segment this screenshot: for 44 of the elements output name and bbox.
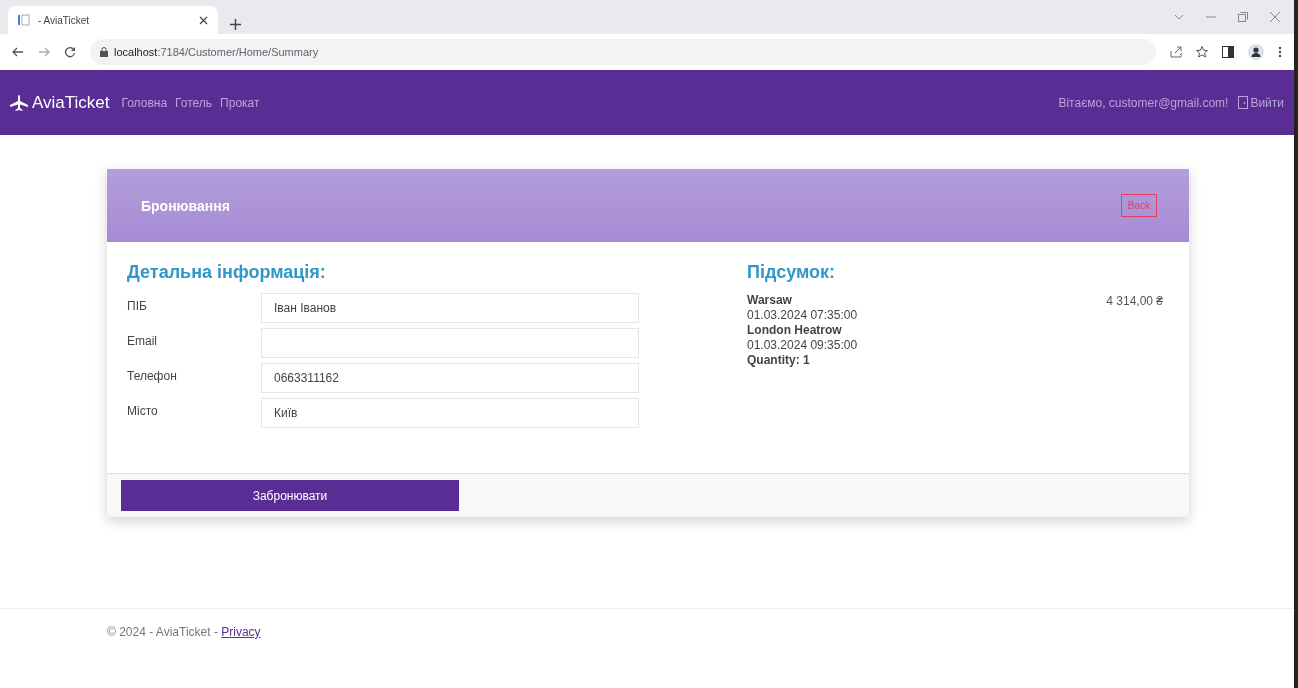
share-icon[interactable]	[1170, 46, 1182, 58]
quantity-text: Quantity: 1	[747, 353, 811, 368]
nav-link[interactable]: Готель	[175, 95, 213, 110]
more-icon[interactable]	[1278, 46, 1282, 58]
input-field[interactable]: Київ	[261, 398, 639, 428]
privacy-link[interactable]: Privacy	[221, 625, 261, 639]
chevron-down-icon[interactable]	[1174, 12, 1184, 22]
departure-time: 01.03.2024 07:35:00	[747, 308, 858, 323]
browser-tab[interactable]: - AviaTicket	[8, 6, 218, 34]
section-heading: Підсумок:	[747, 262, 836, 283]
field-label: Email	[127, 333, 158, 350]
origin-city: Warsaw	[747, 293, 793, 308]
page-icon	[18, 14, 30, 26]
card-title: Бронювання	[141, 197, 230, 214]
book-button[interactable]: Забронювати	[121, 480, 459, 511]
arrival-time: 01.03.2024 09:35:00	[747, 338, 858, 353]
field-label: Телефон	[127, 368, 178, 385]
section-heading: Детальна інформація:	[127, 262, 327, 283]
door-icon	[1238, 96, 1249, 109]
logout-link[interactable]: Вийти	[1238, 95, 1284, 110]
input-field[interactable]: 0663311162	[261, 363, 639, 393]
restore-icon[interactable]	[1238, 12, 1248, 22]
reload-icon[interactable]	[64, 46, 76, 58]
plus-icon[interactable]	[230, 19, 241, 30]
star-icon[interactable]	[1196, 46, 1208, 58]
copyright-text: © 2024 - AviaTicket - Privacy	[107, 625, 261, 639]
brand-link[interactable]: AviaTicket	[10, 92, 110, 113]
lock-icon	[100, 47, 108, 57]
url-text: localhost:7184/Customer/Home/Summary	[114, 46, 319, 58]
nav-link[interactable]: Прокат	[220, 95, 260, 110]
sidebar-icon[interactable]	[1222, 46, 1234, 58]
field-label: Місто	[127, 403, 159, 420]
address-field[interactable]: localhost:7184/Customer/Home/Summary	[90, 39, 1156, 65]
profile-icon[interactable]	[1248, 44, 1264, 60]
input-field[interactable]	[261, 328, 639, 358]
destination-city: London Heatrow	[747, 323, 843, 338]
greeting-text: Вітаємо, customer@gmail.com!	[1058, 95, 1229, 110]
back-arrow-icon[interactable]	[12, 46, 24, 58]
price-text: 4 314,00 ₴	[1106, 294, 1164, 310]
nav-link[interactable]: Головна	[121, 95, 168, 110]
airplane-icon	[10, 94, 28, 111]
field-label: ПІБ	[127, 298, 148, 315]
input-field[interactable]: Іван Іванов	[261, 293, 639, 323]
close-icon[interactable]	[199, 15, 208, 25]
